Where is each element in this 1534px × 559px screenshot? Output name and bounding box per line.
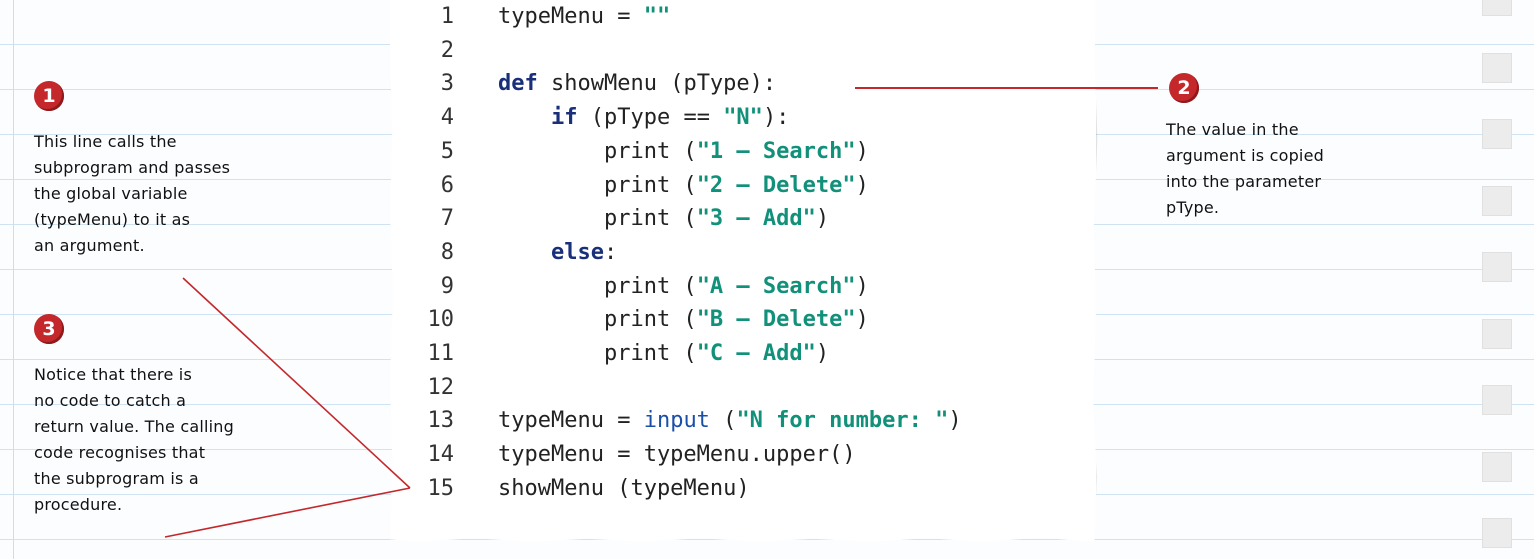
note-2: The value in the argument is copied into t…	[1166, 117, 1324, 221]
note-line: the subprogram is a	[34, 469, 199, 488]
note-line: Notice that there is	[34, 365, 192, 384]
note-1: This line calls the subprogram and passes…	[34, 129, 230, 259]
note-line: subprogram and passes	[34, 158, 231, 177]
note-line: (typeMenu) to it as	[34, 210, 191, 229]
note-line: return value. The calling	[34, 417, 234, 436]
margin-checkbox[interactable]	[1482, 52, 1512, 83]
margin-checkbox[interactable]	[1482, 518, 1512, 548]
note-line: The value in the	[1166, 120, 1299, 139]
note-line: code recognises that	[34, 443, 206, 462]
note-line: an argument.	[34, 236, 145, 255]
callout-badge-3: 3	[34, 314, 64, 344]
note-line: argument is copied	[1166, 146, 1324, 165]
note-line: procedure.	[34, 495, 123, 514]
margin-checkbox[interactable]	[1482, 185, 1512, 216]
callout-badge-2: 2	[1169, 73, 1199, 103]
note-line: This line calls the	[34, 132, 177, 151]
margin-checkbox[interactable]	[1482, 318, 1512, 349]
margin-checkbox[interactable]	[1482, 119, 1512, 149]
note-line: no code to catch a	[34, 391, 187, 410]
note-line: into the parameter	[1166, 172, 1322, 191]
note-line: pType.	[1166, 198, 1220, 217]
callout-badge-1: 1	[34, 81, 64, 111]
note-3: Notice that there is no code to catch a re…	[34, 362, 234, 518]
margin-checkbox[interactable]	[1482, 385, 1512, 415]
margin-checkbox[interactable]	[1482, 0, 1512, 16]
note-line: the global variable	[34, 184, 188, 203]
margin-checkbox[interactable]	[1482, 252, 1512, 282]
margin-checkbox[interactable]	[1482, 451, 1512, 482]
